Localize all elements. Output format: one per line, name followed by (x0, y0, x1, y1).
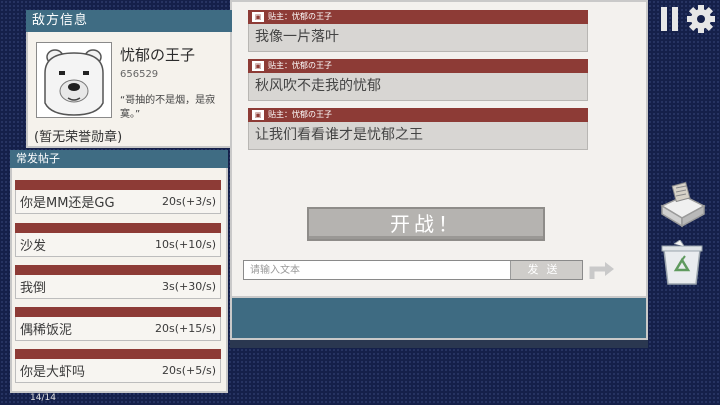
box-icon[interactable] (658, 180, 708, 228)
frequent-post-text: 沙发 (20, 239, 47, 254)
enemy-info-title: 敌方信息 (26, 10, 232, 32)
gear-icon[interactable] (686, 4, 716, 34)
frequent-post-time: 20s(+15/s) (155, 322, 216, 335)
send-button[interactable]: 发送 (510, 261, 582, 279)
thread-post: ▣ 贴主：忧郁の王子 秋风吹不走我的忧郁 (248, 59, 588, 101)
frequent-post-item[interactable]: 我倒 3s(+30/s) (15, 265, 221, 299)
frequent-post-bar (15, 349, 221, 359)
post-author: 贴主：忧郁の王子 (268, 12, 332, 21)
post-author: 贴主：忧郁の王子 (268, 61, 332, 70)
frequent-post-text: 你是MM还是GG (20, 196, 115, 211)
composer: 发送 (243, 260, 583, 280)
post-author: 贴主：忧郁の王子 (268, 110, 332, 119)
enemy-signature: “哥抽的不是烟，是寂寞。” (120, 95, 216, 120)
frequent-post-bar (15, 180, 221, 190)
frequent-post-text: 你是大虾吗 (20, 365, 86, 380)
pause-icon[interactable] (660, 6, 680, 32)
post-header: ▣ 贴主：忧郁の王子 (248, 108, 588, 122)
frequent-post-row: 沙发 10s(+10/s) (15, 233, 221, 257)
return-arrow-icon[interactable] (588, 259, 616, 281)
frequent-post-item[interactable]: 你是大虾吗 20s(+5/s) (15, 349, 221, 383)
post-header: ▣ 贴主：忧郁の王子 (248, 10, 588, 24)
page-counter: 14/14 (30, 393, 56, 403)
frequent-post-bar (15, 307, 221, 317)
frequent-post-text: 我倒 (20, 281, 47, 296)
frequent-post-time: 20s(+5/s) (162, 364, 216, 377)
polar-bear-icon (37, 43, 111, 117)
frequent-post-time: 3s(+30/s) (162, 280, 216, 293)
frequent-post-row: 偶稀饭泥 20s(+15/s) (15, 317, 221, 341)
post-header: ▣ 贴主：忧郁の王子 (248, 59, 588, 73)
frequent-post-row: 你是大虾吗 20s(+5/s) (15, 359, 221, 383)
author-avatar-icon: ▣ (252, 61, 264, 71)
frequent-post-bar (15, 223, 221, 233)
frequent-post-time: 20s(+3/s) (162, 195, 216, 208)
author-avatar-icon: ▣ (252, 110, 264, 120)
recycle-bin-icon[interactable] (660, 240, 704, 286)
start-battle-button[interactable]: 开战！ (307, 207, 545, 241)
frequent-post-text: 偶稀饭泥 (20, 323, 73, 338)
post-content: 我像一片落叶 (248, 24, 588, 52)
frequent-post-item[interactable]: 沙发 10s(+10/s) (15, 223, 221, 257)
enemy-avatar (36, 42, 112, 118)
author-avatar-icon: ▣ (252, 12, 264, 22)
message-input[interactable] (244, 261, 510, 279)
enemy-name: 忧郁の王子 (120, 46, 196, 64)
thread-bottom-shadow (230, 340, 648, 348)
frequent-post-time: 10s(+10/s) (155, 238, 216, 251)
frequent-post-item[interactable]: 你是MM还是GG 20s(+3/s) (15, 180, 221, 214)
frequent-posts-title: 常发帖子 (10, 150, 228, 168)
thread-bottom-bar (230, 298, 648, 340)
enemy-badge: (暂无荣誉勋章) (34, 130, 123, 145)
frequent-post-row: 你是MM还是GG 20s(+3/s) (15, 190, 221, 214)
frequent-post-bar (15, 265, 221, 275)
thread-post: ▣ 贴主：忧郁の王子 我像一片落叶 (248, 10, 588, 52)
enemy-id: 656529 (120, 69, 159, 80)
frequent-post-row: 我倒 3s(+30/s) (15, 275, 221, 299)
frequent-post-item[interactable]: 偶稀饭泥 20s(+15/s) (15, 307, 221, 341)
post-content: 让我们看看谁才是忧郁之王 (248, 122, 588, 150)
thread-post: ▣ 贴主：忧郁の王子 让我们看看谁才是忧郁之王 (248, 108, 588, 150)
post-content: 秋风吹不走我的忧郁 (248, 73, 588, 101)
